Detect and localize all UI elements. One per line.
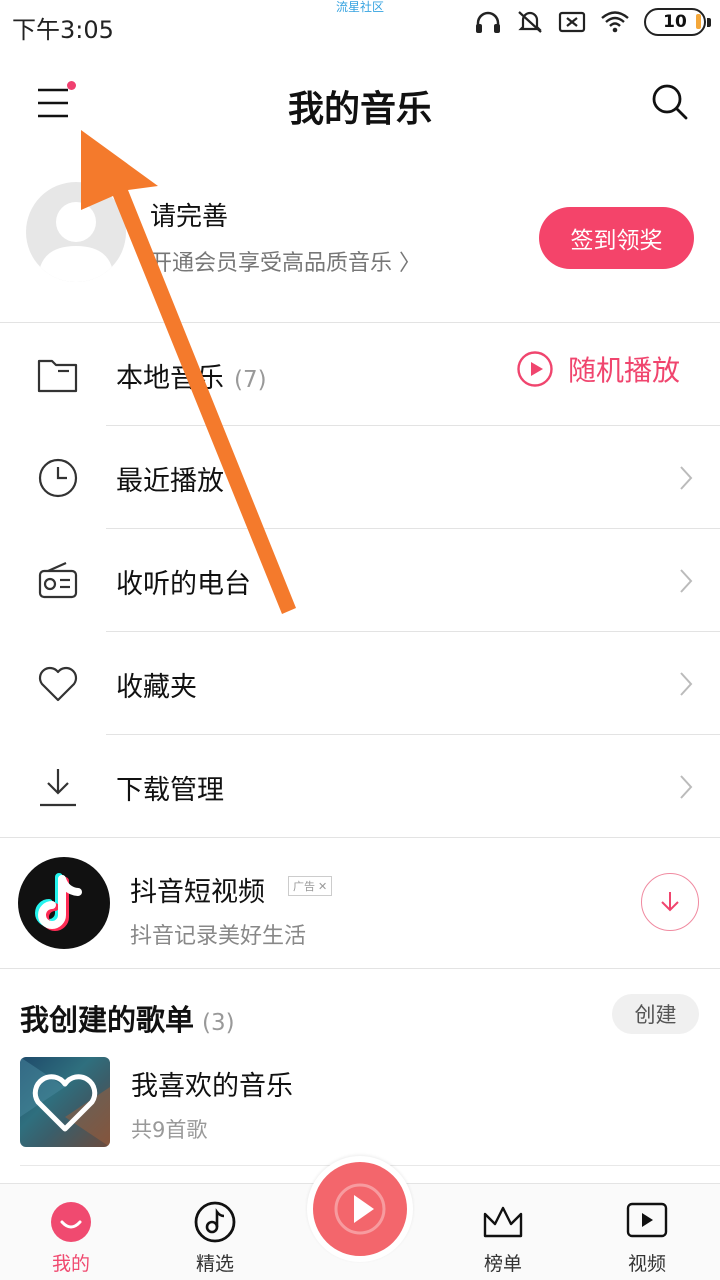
headphones-icon <box>476 11 500 33</box>
music-disc-icon <box>194 1201 236 1243</box>
menu-label-downloads: 下载管理 <box>116 775 224 806</box>
chevron-right-icon <box>676 567 696 595</box>
menu-label-favorites: 收藏夹 <box>116 672 197 703</box>
nav-label-charts: 榜单 <box>483 1253 522 1275</box>
menu-item-radio[interactable]: 收听的电台 <box>0 529 720 632</box>
profile-section: 请完善 开通会员享受高品质音乐 〉 签到领奖 <box>0 170 720 320</box>
checkin-button[interactable]: 签到领奖 <box>539 207 694 269</box>
divider <box>0 968 720 969</box>
chevron-right-icon <box>676 464 696 492</box>
playlist-section-title: 我创建的歌单 <box>20 1003 195 1037</box>
sim-off-icon <box>558 11 586 33</box>
nav-tab-charts[interactable]: 榜单 <box>443 1184 563 1280</box>
now-playing-button[interactable] <box>307 1156 413 1262</box>
ad-title: 抖音短视频 <box>130 877 265 908</box>
play-icon <box>334 1183 386 1235</box>
video-icon <box>626 1202 668 1238</box>
playlist-name[interactable]: 我喜欢的音乐 <box>131 1064 293 1103</box>
clock-icon <box>36 456 80 500</box>
chevron-right-icon <box>676 670 696 698</box>
playlist-cover[interactable] <box>20 1057 110 1147</box>
status-time: 下午3:05 <box>12 16 114 44</box>
create-playlist-button[interactable]: 创建 <box>612 994 699 1034</box>
menu-label-local-music: 本地音乐 <box>116 363 224 394</box>
search-icon[interactable] <box>650 82 690 122</box>
close-icon[interactable]: ✕ <box>318 880 327 893</box>
nav-label-video: 视频 <box>627 1253 666 1275</box>
menu-item-local-music[interactable]: 本地音乐 (7) 随机播放 <box>0 323 720 426</box>
tiktok-logo-icon <box>18 857 110 949</box>
playlist-song-count: 共9首歌 <box>131 1118 208 1142</box>
download-icon <box>36 765 80 809</box>
crown-icon <box>483 1206 523 1238</box>
page-title: 我的音乐 <box>287 89 432 130</box>
nav-tab-featured[interactable]: 精选 <box>155 1184 275 1280</box>
menu-label-recent: 最近播放 <box>116 466 224 497</box>
heart-icon <box>36 662 80 706</box>
folder-icon <box>36 353 80 397</box>
radio-icon <box>36 559 80 603</box>
status-icons: 10 <box>474 8 711 36</box>
download-arrow-icon <box>661 892 679 912</box>
menu-item-downloads[interactable]: 下载管理 <box>0 735 720 838</box>
ad-subtitle: 抖音记录美好生活 <box>130 924 307 949</box>
wifi-icon <box>601 11 629 33</box>
playlist-count: (3) <box>202 1010 235 1036</box>
avatar[interactable] <box>26 182 126 282</box>
shuffle-play-label: 随机播放 <box>568 354 681 387</box>
header: 我的音乐 <box>0 52 720 152</box>
battery-level: 10 <box>663 12 687 32</box>
smile-icon <box>51 1202 91 1242</box>
mute-icon <box>518 11 542 33</box>
shuffle-play-button[interactable]: 随机播放 <box>516 349 680 389</box>
nav-tab-mine[interactable]: 我的 <box>11 1184 131 1280</box>
nav-tab-video[interactable]: 视频 <box>587 1184 707 1280</box>
menu-label-radio: 收听的电台 <box>116 569 251 600</box>
play-circle-icon <box>517 351 553 387</box>
profile-name[interactable]: 请完善 <box>150 196 228 233</box>
menu-item-favorites[interactable]: 收藏夹 <box>0 632 720 735</box>
ad-tag[interactable]: 广告 ✕ <box>288 876 333 896</box>
battery-icon: 10 <box>644 8 711 36</box>
local-music-count: (7) <box>234 367 267 393</box>
ad-download-button[interactable] <box>641 873 699 931</box>
ad-tag-label: 广告 <box>293 880 315 893</box>
nav-label-mine: 我的 <box>51 1253 90 1275</box>
nav-label-featured: 精选 <box>195 1253 234 1275</box>
chevron-right-icon <box>676 773 696 801</box>
ad-banner[interactable]: 抖音短视频 广告 ✕ 抖音记录美好生活 <box>0 838 720 968</box>
menu-item-recent[interactable]: 最近播放 <box>0 426 720 529</box>
vip-promo-link[interactable]: 开通会员享受高品质音乐 〉 <box>150 245 421 277</box>
status-bar: 下午3:05 流星社区 10 <box>0 0 720 52</box>
